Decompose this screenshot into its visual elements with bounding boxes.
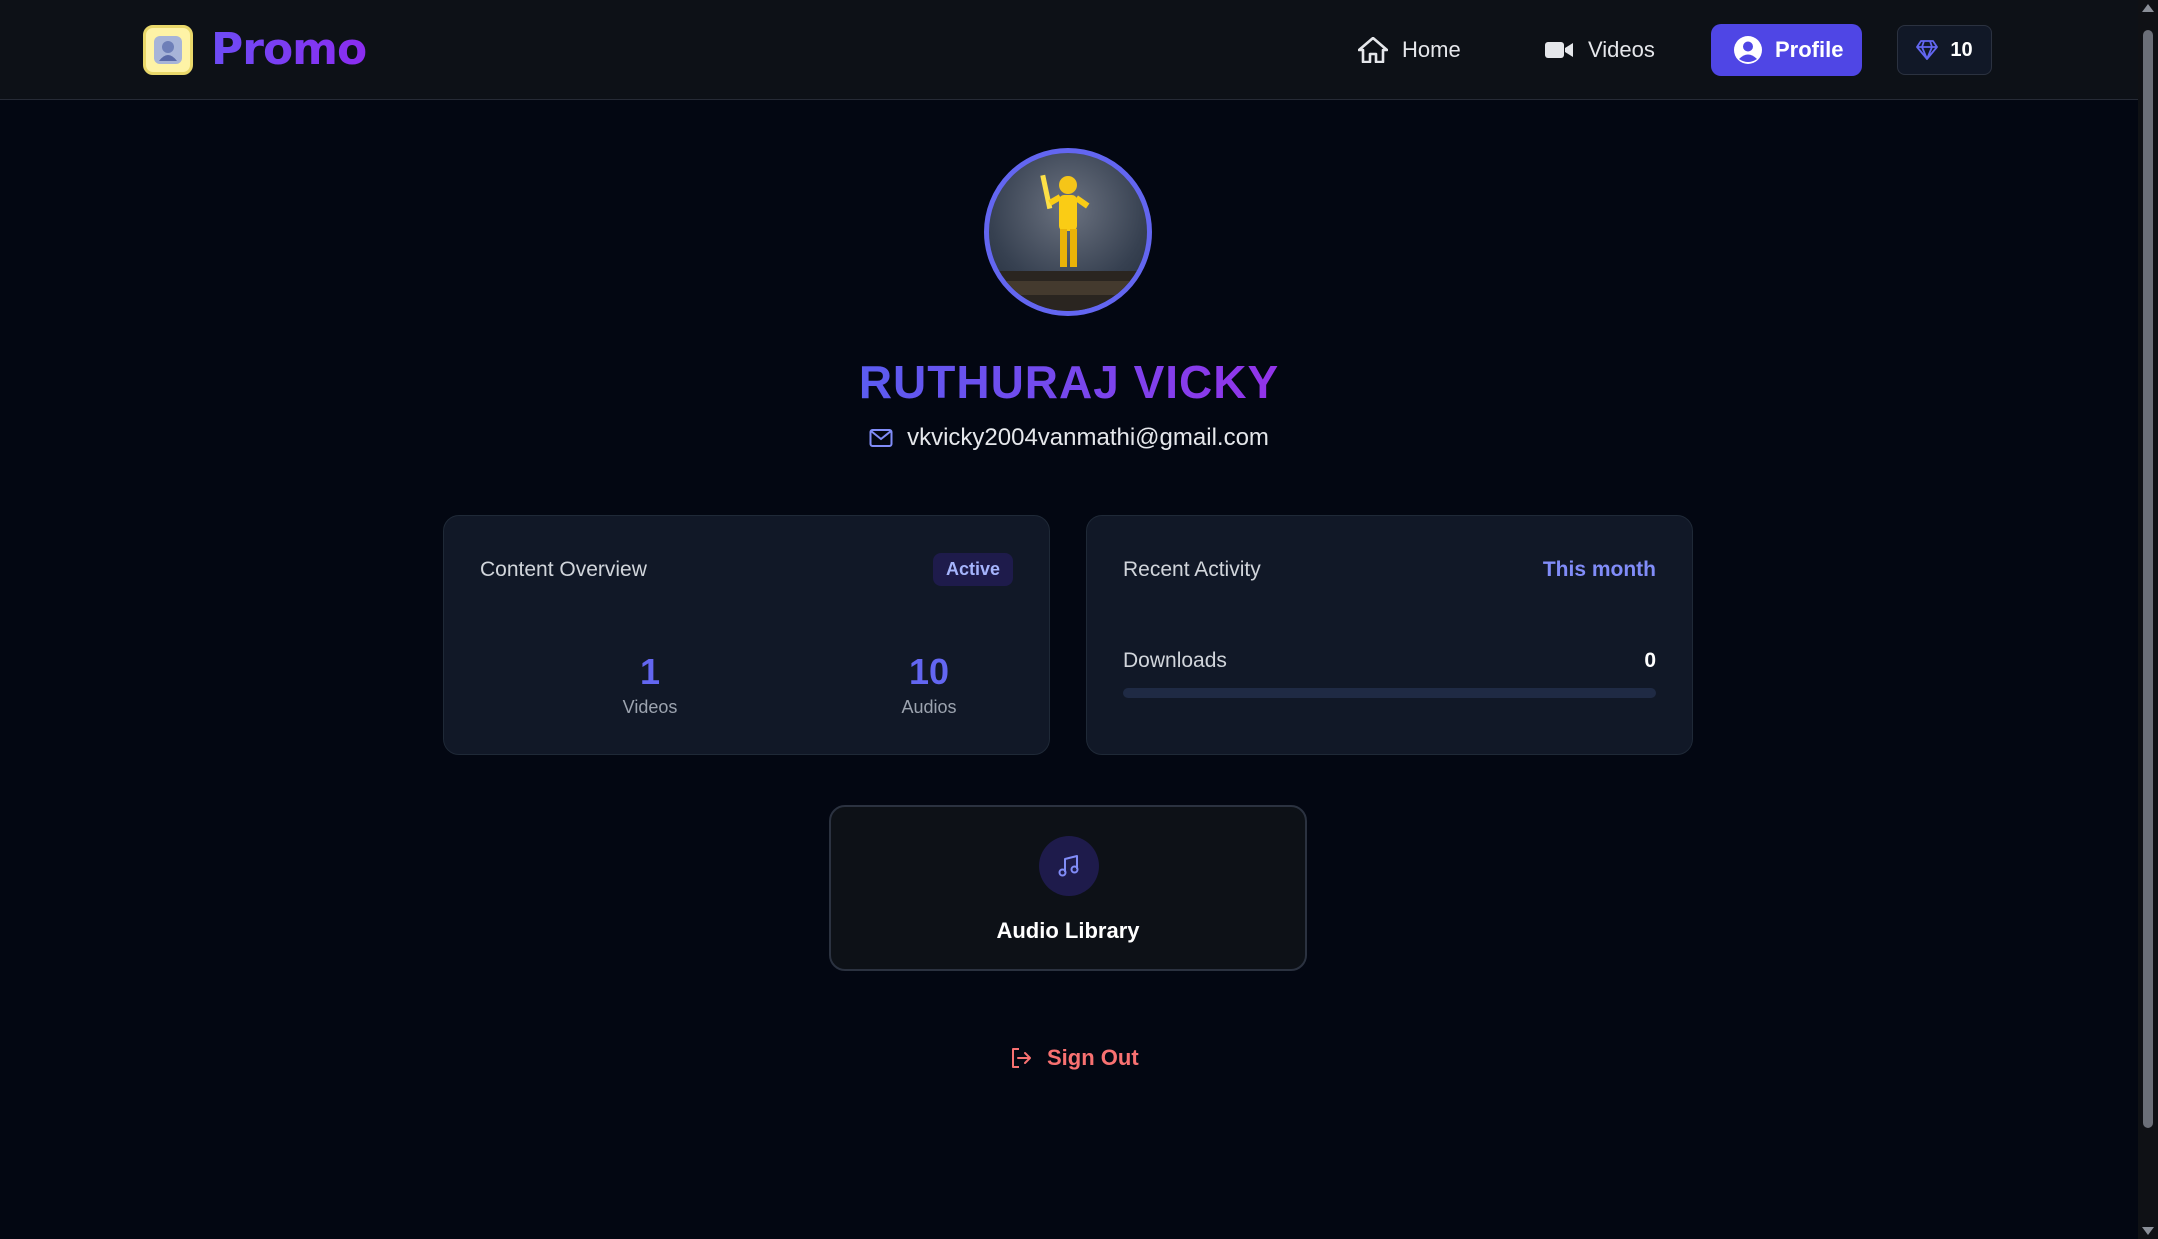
profile-name-text: RUTHURAJ VICKY: [858, 356, 1280, 408]
page-scrollbar[interactable]: [2138, 0, 2158, 1239]
logout-icon: [1012, 1048, 1031, 1068]
credits-value: 10: [1950, 38, 1973, 61]
mail-icon: [869, 429, 893, 447]
sign-out-button[interactable]: Sign Out: [1009, 1045, 1139, 1071]
avatar-image: [989, 174, 1147, 311]
downloads-progress-bar: [1123, 688, 1656, 698]
stat-audios-value: 10: [908, 651, 950, 692]
profile-name: RUTHURAJ VICKY: [0, 355, 2138, 409]
brand-logo-icon: [143, 24, 193, 75]
nav-home-label: Home: [1402, 37, 1461, 62]
stat-videos-label: Videos: [622, 697, 678, 717]
recent-activity-title: Recent Activity: [1123, 558, 1261, 581]
nav-videos-label: Videos: [1588, 37, 1655, 62]
downloads-value: 0: [1644, 649, 1656, 672]
diamond-icon: [1916, 40, 1939, 60]
music-note-icon: [1039, 836, 1099, 896]
brand[interactable]: Promo: [143, 24, 367, 75]
audio-library-card[interactable]: Audio Library: [829, 805, 1307, 971]
sign-out-label: Sign Out: [1047, 1045, 1139, 1070]
content-overview-card: Content Overview Active 1 Videos 10 Audi…: [443, 515, 1050, 755]
audio-library-label: Audio Library: [996, 918, 1140, 943]
nav-home[interactable]: Home: [1358, 24, 1461, 76]
top-navbar: Promo Home Videos Profile 10: [0, 0, 2138, 100]
content-overview-title: Content Overview: [480, 558, 647, 581]
downloads-label: Downloads: [1123, 649, 1227, 672]
nav-videos[interactable]: Videos: [1544, 24, 1655, 76]
user-circle-icon: [1734, 36, 1762, 64]
status-badge: Active: [932, 553, 1013, 586]
activity-period: This month: [1542, 558, 1656, 581]
credits-badge[interactable]: 10: [1897, 25, 1992, 75]
stat-videos-value: 1: [639, 651, 661, 692]
scroll-down-arrow-icon[interactable]: [2142, 1227, 2154, 1235]
scroll-thumb[interactable]: [2143, 30, 2153, 1128]
scroll-up-arrow-icon[interactable]: [2142, 4, 2154, 12]
profile-email-text: vkvicky2004vanmathi@gmail.com: [907, 424, 1269, 451]
video-camera-icon: [1545, 42, 1573, 58]
recent-activity-card: Recent Activity This month Downloads 0: [1086, 515, 1693, 755]
brand-name: Promo: [211, 24, 367, 75]
stat-audios: 10 Audios: [829, 651, 1029, 718]
nav-profile-label: Profile: [1775, 37, 1844, 62]
home-icon: [1358, 37, 1388, 63]
stat-videos: 1 Videos: [550, 651, 750, 718]
profile-email: vkvicky2004vanmathi@gmail.com: [0, 424, 2138, 452]
avatar[interactable]: [984, 148, 1152, 316]
stat-audios-label: Audios: [901, 697, 957, 717]
nav-profile[interactable]: Profile: [1711, 24, 1862, 76]
